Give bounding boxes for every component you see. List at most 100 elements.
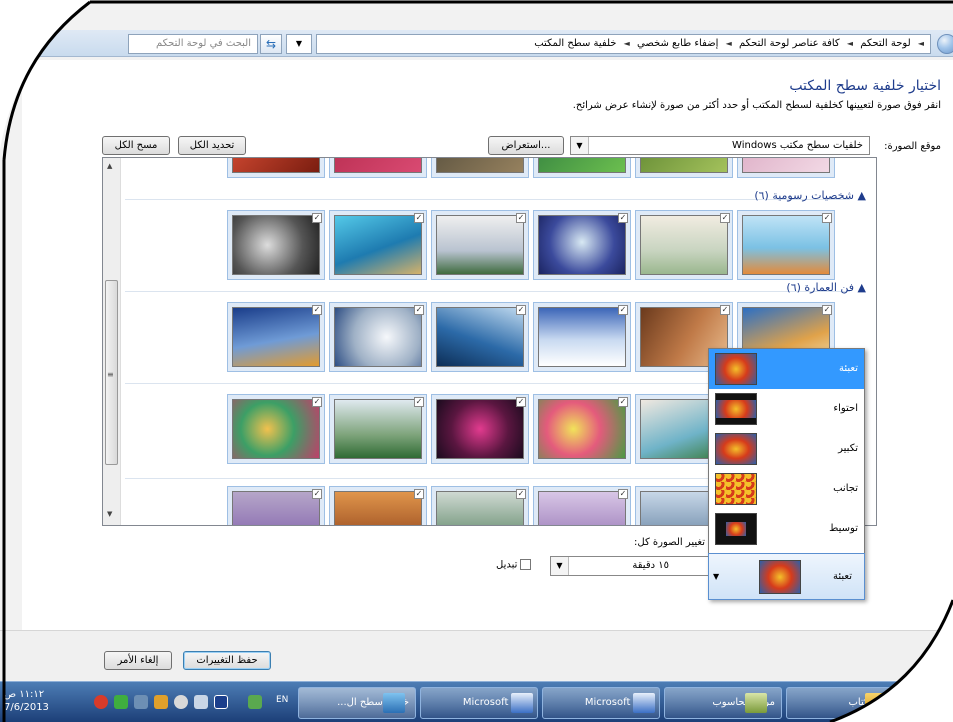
wallpaper-thumb[interactable]	[737, 158, 835, 178]
wallpaper-thumb[interactable]	[227, 158, 325, 178]
tray-app-icon[interactable]	[174, 695, 188, 709]
network-icon[interactable]	[114, 695, 128, 709]
clock-date: 7/6/2013	[4, 702, 49, 713]
wallpaper-thumb[interactable]	[431, 158, 529, 178]
wallpaper-thumb[interactable]: ✓	[737, 210, 835, 280]
interval-select[interactable]: ١٥ دقيقة ▼	[550, 556, 710, 576]
picture-position-select[interactable]: تعبئة ▼	[708, 553, 865, 600]
checkbox-checked-icon[interactable]: ✓	[618, 305, 628, 315]
tray-app-icon[interactable]	[154, 695, 168, 709]
checkbox-checked-icon[interactable]: ✓	[414, 305, 424, 315]
search-input[interactable]: البحث في لوحة التحكم	[128, 34, 258, 54]
taskbar-item-computer-center[interactable]: مركز الحاسوب	[664, 687, 782, 719]
language-indicator[interactable]: EN	[276, 695, 288, 705]
wallpaper-thumb[interactable]: ✓	[431, 302, 529, 372]
checkbox-checked-icon[interactable]: ✓	[822, 213, 832, 223]
wallpaper-thumb[interactable]: ✓	[227, 394, 325, 464]
wallpaper-thumb[interactable]: ✓	[227, 486, 325, 525]
breadcrumb-separator-icon: ◄	[623, 39, 630, 48]
browse-button[interactable]: استعراض...	[488, 136, 564, 155]
chevron-down-icon: ▼	[551, 557, 569, 575]
select-all-button[interactable]: تحديد الكل	[178, 136, 246, 155]
tray-app-icon[interactable]	[248, 695, 262, 709]
collapse-icon: ▲	[854, 281, 866, 294]
wallpaper-thumb[interactable]: ✓	[533, 486, 631, 525]
wallpaper-thumb[interactable]: ✓	[431, 394, 529, 464]
checkbox-checked-icon[interactable]: ✓	[618, 213, 628, 223]
refresh-icon: ⇆	[265, 37, 277, 51]
checkbox-checked-icon[interactable]: ✓	[516, 305, 526, 315]
breadcrumb-separator-icon: ◄	[917, 39, 924, 48]
wallpaper-thumb[interactable]	[635, 158, 733, 178]
checkbox-checked-icon[interactable]: ✓	[312, 489, 322, 499]
clear-all-button[interactable]: مسح الكل	[102, 136, 170, 155]
taskbar-item-desktop-background[interactable]: خلفية سطح ال...	[298, 687, 416, 719]
wallpaper-thumb[interactable]: ✓	[329, 486, 427, 525]
checkbox-checked-icon[interactable]: ✓	[516, 489, 526, 499]
position-option-fill[interactable]: تعبئة	[709, 349, 864, 389]
checkbox-checked-icon[interactable]: ✓	[414, 489, 424, 499]
position-option-center[interactable]: توسيط	[709, 509, 864, 549]
tray-app-icon[interactable]	[134, 695, 148, 709]
checkbox-unchecked-icon[interactable]	[520, 559, 532, 570]
fill-preview-icon	[715, 353, 757, 385]
selected-position-label: تعبئة	[832, 571, 852, 582]
taskbar-item-word-1[interactable]: ...Microsoft W	[542, 687, 660, 719]
wallpaper-thumb[interactable]: ✓	[227, 302, 325, 372]
wallpaper-thumb[interactable]: ✓	[431, 486, 529, 525]
wallpaper-thumb[interactable]: ✓	[329, 210, 427, 280]
breadcrumb[interactable]: ◄ لوحة التحكم ◄ كافة عناصر لوحة التحكم ◄…	[316, 34, 931, 54]
security-icon[interactable]	[94, 695, 108, 709]
position-option-stretch[interactable]: تكبير	[709, 429, 864, 469]
wallpaper-thumb[interactable]: ✓	[533, 302, 631, 372]
wallpaper-thumb[interactable]: ✓	[431, 210, 529, 280]
save-changes-button[interactable]: حفظ التغييرات	[183, 651, 271, 670]
checkbox-checked-icon[interactable]: ✓	[414, 397, 424, 407]
checkbox-checked-icon[interactable]: ✓	[312, 397, 322, 407]
wallpaper-thumb[interactable]: ✓	[227, 210, 325, 280]
wallpaper-thumb[interactable]	[533, 158, 631, 178]
checkbox-checked-icon[interactable]: ✓	[312, 213, 322, 223]
checkbox-checked-icon[interactable]: ✓	[414, 213, 424, 223]
taskbar-item-book-images[interactable]: صور الكتاب	[786, 687, 904, 719]
volume-icon[interactable]	[194, 695, 208, 709]
shuffle-checkbox[interactable]: تبديل	[496, 559, 532, 571]
breadcrumb-item-personalization[interactable]: إضفاء طابع شخصي	[637, 38, 718, 49]
breadcrumb-item-all-items[interactable]: كافة عناصر لوحة التحكم	[739, 38, 840, 49]
wallpaper-thumb[interactable]	[329, 158, 427, 178]
position-option-fit[interactable]: احتواء	[709, 389, 864, 429]
vertical-scrollbar[interactable]: ▲ ≡ ▼	[103, 158, 121, 525]
position-option-tile[interactable]: تجانب	[709, 469, 864, 509]
clock[interactable]: ١١:١٢ ص 7/6/2013	[4, 688, 49, 714]
taskbar-item-word-2[interactable]: ...Microsoft W	[420, 687, 538, 719]
breadcrumb-separator-icon: ◄	[725, 39, 732, 48]
checkbox-checked-icon[interactable]: ✓	[516, 397, 526, 407]
refresh-button[interactable]: ⇆	[260, 34, 282, 54]
address-history-dropdown[interactable]: ▼	[286, 34, 312, 54]
scroll-up-icon[interactable]: ▲	[107, 162, 112, 170]
forward-button[interactable]	[937, 34, 953, 54]
scroll-down-icon[interactable]: ▼	[107, 510, 112, 518]
checkbox-checked-icon[interactable]: ✓	[822, 305, 832, 315]
wallpaper-thumb[interactable]: ✓	[329, 302, 427, 372]
breadcrumb-item-control-panel[interactable]: لوحة التحكم	[860, 38, 910, 49]
location-label: موقع الصورة:	[884, 141, 941, 152]
checkbox-checked-icon[interactable]: ✓	[720, 213, 730, 223]
wallpaper-thumb[interactable]: ✓	[635, 210, 733, 280]
checkbox-checked-icon[interactable]: ✓	[516, 213, 526, 223]
checkbox-checked-icon[interactable]: ✓	[720, 305, 730, 315]
breadcrumb-separator-icon: ◄	[846, 39, 854, 48]
checkbox-checked-icon[interactable]: ✓	[618, 489, 628, 499]
checkbox-checked-icon[interactable]: ✓	[312, 305, 322, 315]
wallpaper-thumb[interactable]: ✓	[533, 394, 631, 464]
location-select[interactable]: خلفيات سطح مكتب Windows ▼	[570, 136, 870, 155]
breadcrumb-item-desktop-background[interactable]: خلفية سطح المكتب	[534, 38, 616, 49]
wallpaper-thumb[interactable]: ✓	[329, 394, 427, 464]
checkbox-checked-icon[interactable]: ✓	[618, 397, 628, 407]
wallpaper-thumb[interactable]: ✓	[533, 210, 631, 280]
group-heading-characters[interactable]: ▲ شخصيات رسومية (٦)	[754, 189, 866, 202]
tray-app-icon[interactable]	[214, 695, 228, 709]
cancel-button[interactable]: إلغاء الأمر	[104, 651, 172, 670]
word-icon	[511, 693, 533, 713]
group-heading-architecture[interactable]: ▲ فن العمارة (٦)	[786, 281, 866, 294]
